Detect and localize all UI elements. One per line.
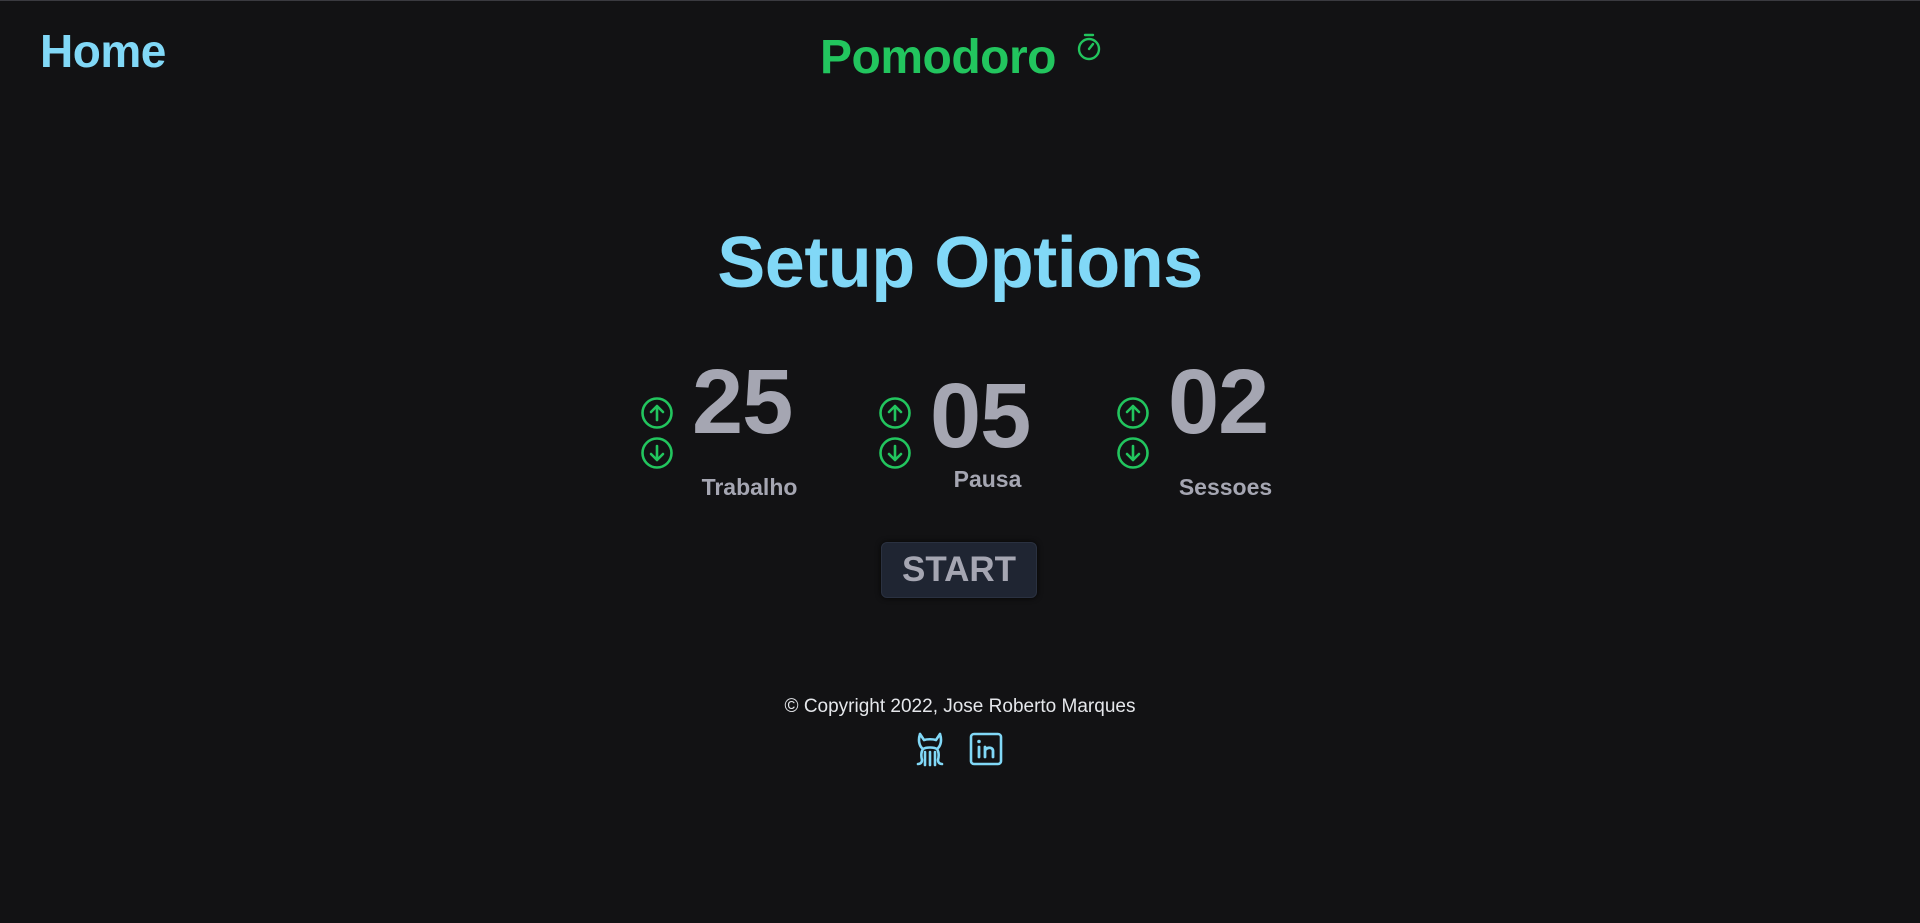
brand-title: Pomodoro xyxy=(820,31,1056,84)
linkedin-icon xyxy=(969,732,1003,766)
sessions-increase-button[interactable] xyxy=(1116,396,1150,430)
work-value: 25 xyxy=(692,351,793,453)
sessions-decrease-button[interactable] xyxy=(1116,436,1150,470)
pause-decrease-button[interactable] xyxy=(878,436,912,470)
linkedin-link[interactable] xyxy=(968,730,1004,768)
work-decrease-button[interactable] xyxy=(640,436,674,470)
work-label: Trabalho xyxy=(701,474,798,500)
social-links xyxy=(912,730,1004,768)
start-button[interactable]: START xyxy=(881,542,1037,598)
sessions-label: Sessoes xyxy=(1178,474,1273,500)
work-stepper xyxy=(640,396,674,470)
github-link[interactable] xyxy=(912,730,948,768)
pause-stepper xyxy=(878,396,912,470)
stopwatch-icon xyxy=(1077,33,1101,61)
sessions-value: 02 xyxy=(1168,351,1269,453)
copyright-text: © Copyright 2022, Jose Roberto Marques xyxy=(784,696,1136,717)
pause-label: Pausa xyxy=(953,466,1022,492)
option-pause: 05 Pausa xyxy=(878,356,1078,506)
setup-title: Setup Options xyxy=(717,223,1203,303)
brand-header: Pomodoro xyxy=(820,30,1104,85)
work-increase-button[interactable] xyxy=(640,396,674,430)
option-sessions: 02 Sessoes xyxy=(1116,356,1316,506)
github-icon xyxy=(916,732,944,767)
pause-value: 05 xyxy=(930,365,1031,467)
option-work: 25 Trabalho xyxy=(640,356,840,506)
sessions-stepper xyxy=(1116,396,1150,470)
home-link[interactable]: Home xyxy=(40,24,166,78)
pause-increase-button[interactable] xyxy=(878,396,912,430)
top-border xyxy=(0,0,1920,1)
